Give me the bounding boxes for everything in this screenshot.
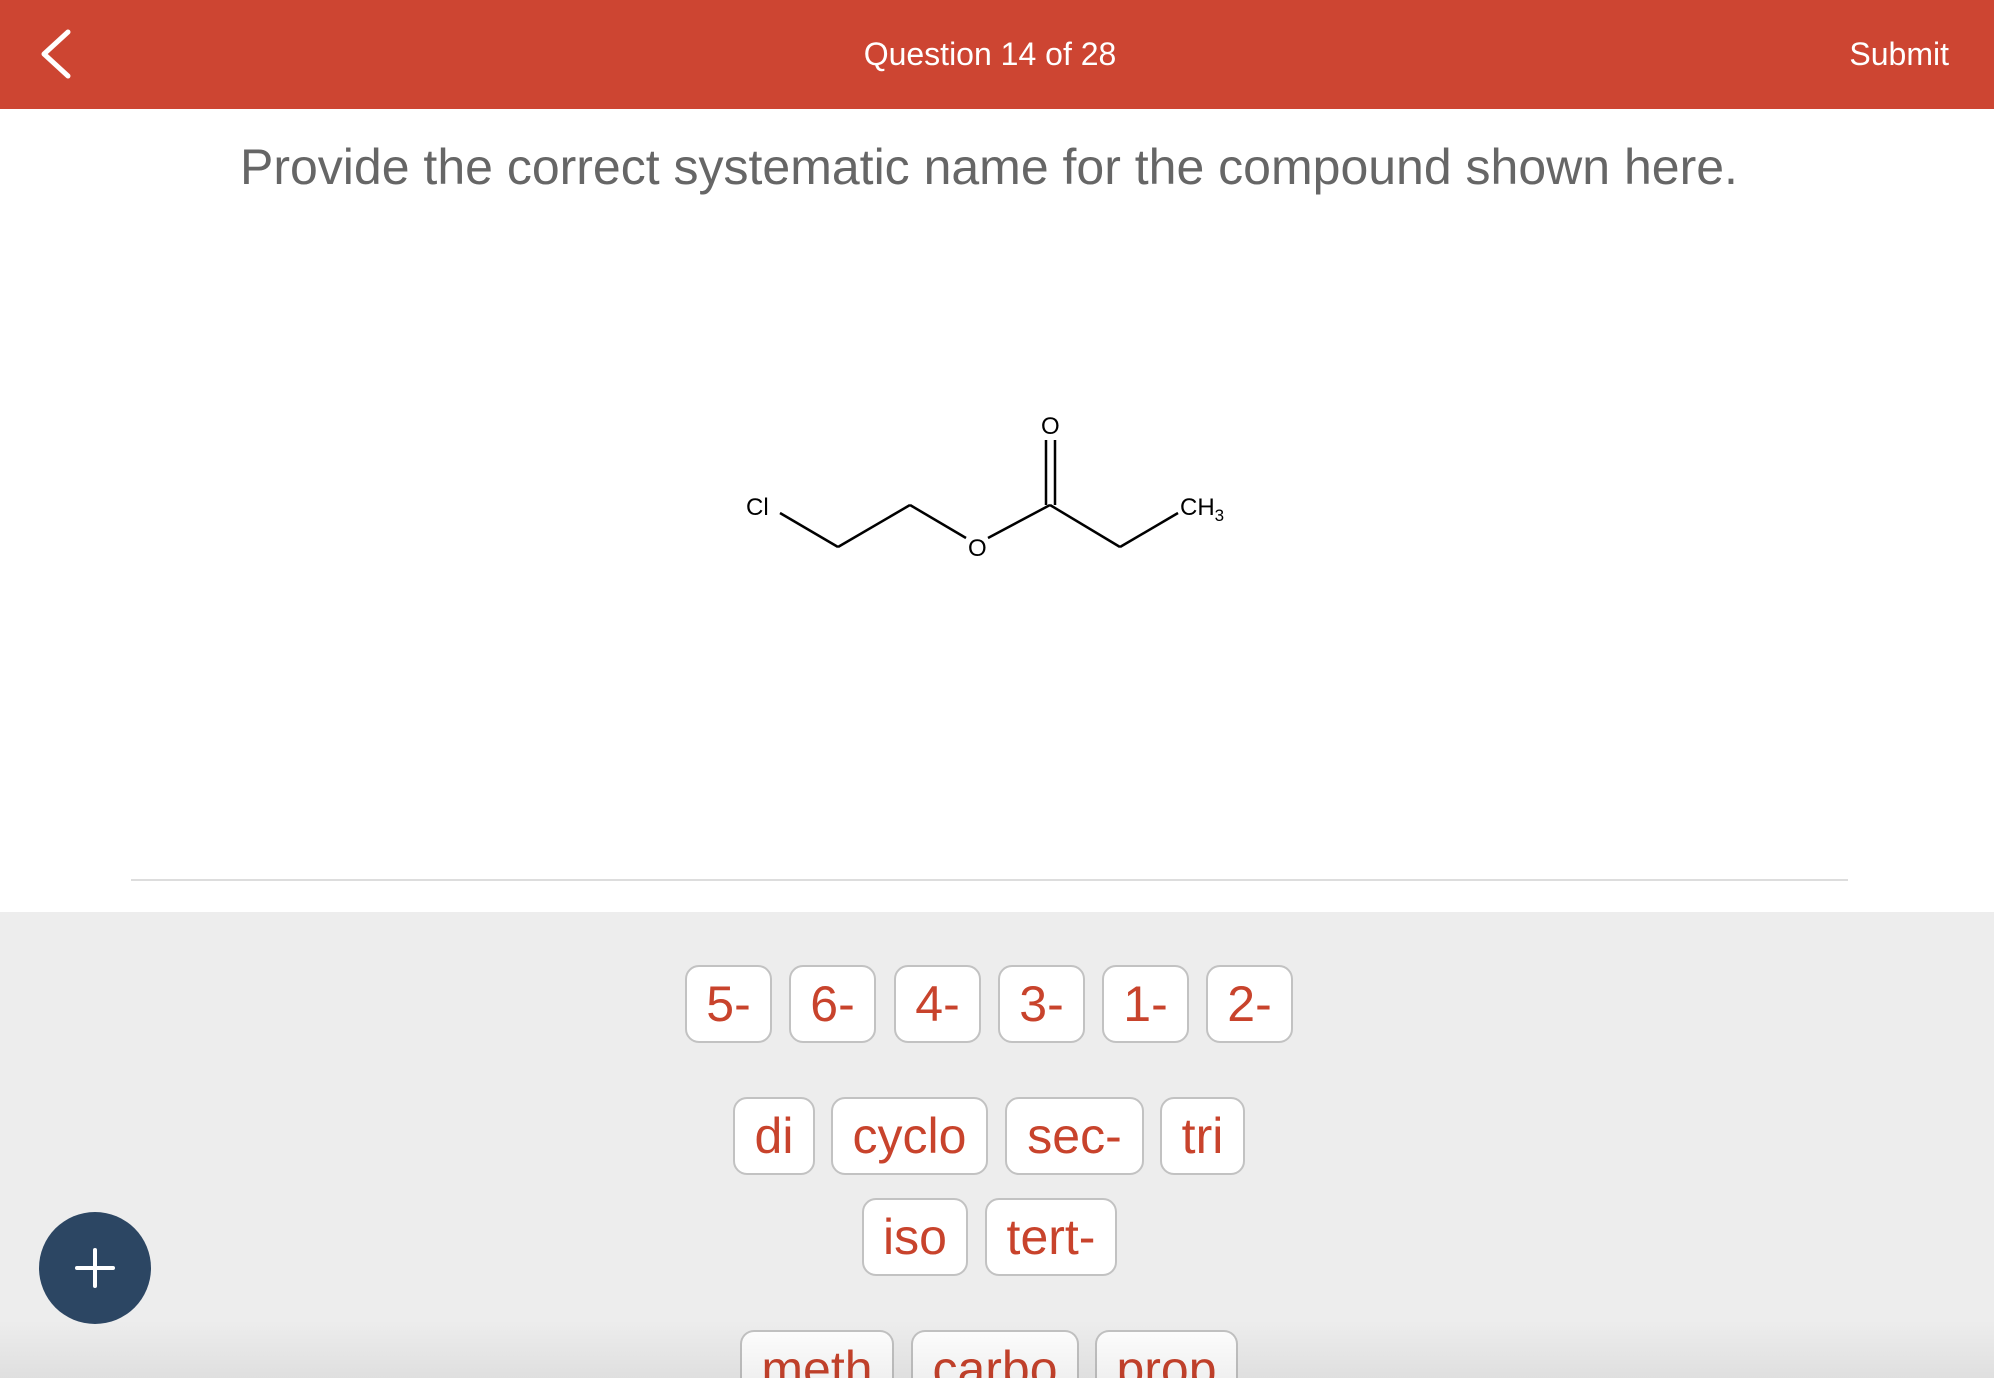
bond-c3-c4 — [1049, 503, 1121, 549]
tile-locant-4[interactable]: 4- — [894, 965, 981, 1043]
question-prompt: Provide the correct systematic name for … — [240, 139, 1738, 195]
tile-root-prop[interactable]: prop — [1095, 1330, 1238, 1378]
tile-locant-2[interactable]: 2- — [1206, 965, 1293, 1043]
answer-tile-tray — [0, 912, 1994, 1378]
tile-prefix-tri[interactable]: tri — [1160, 1097, 1245, 1175]
chlorine-label: Cl — [746, 494, 769, 521]
tile-locant-5[interactable]: 5- — [685, 965, 772, 1043]
tile-prefix-di[interactable]: di — [733, 1097, 815, 1175]
bond-cl-c1 — [779, 511, 839, 549]
methyl-main: CH — [1180, 494, 1215, 521]
tile-prefix-cyclo[interactable]: cyclo — [831, 1097, 988, 1175]
bond-c4-ch3 — [1119, 511, 1179, 549]
tile-prefix-sec[interactable]: sec- — [1005, 1097, 1144, 1175]
submit-button[interactable]: Submit — [1849, 34, 1949, 74]
divider — [131, 879, 1848, 881]
header-bar: Question 14 of 28 Submit — [0, 0, 1994, 109]
tile-locant-3[interactable]: 3- — [998, 965, 1085, 1043]
add-button[interactable] — [39, 1212, 151, 1324]
tile-prefix-tert[interactable]: tert- — [985, 1198, 1117, 1276]
tile-root-carbo[interactable]: carbo — [911, 1330, 1079, 1378]
tile-prefix-iso[interactable]: iso — [862, 1198, 968, 1276]
methyl-label: CH3 — [1180, 494, 1224, 525]
bond-o-c3 — [987, 503, 1051, 540]
ester-oxygen-label: O — [968, 535, 987, 562]
question-counter: Question 14 of 28 — [863, 36, 1117, 72]
methyl-subscript: 3 — [1215, 506, 1224, 525]
bond-c1-c2 — [837, 503, 911, 549]
tile-locant-6[interactable]: 6- — [789, 965, 876, 1043]
chemical-structure: Cl O O CH3 — [746, 413, 1224, 562]
tile-root-meth[interactable]: meth — [740, 1330, 894, 1378]
tile-locant-1[interactable]: 1- — [1102, 965, 1189, 1043]
plus-icon — [75, 1248, 115, 1288]
carbonyl-oxygen-label: O — [1041, 413, 1060, 440]
bond-c2-o — [909, 503, 967, 540]
